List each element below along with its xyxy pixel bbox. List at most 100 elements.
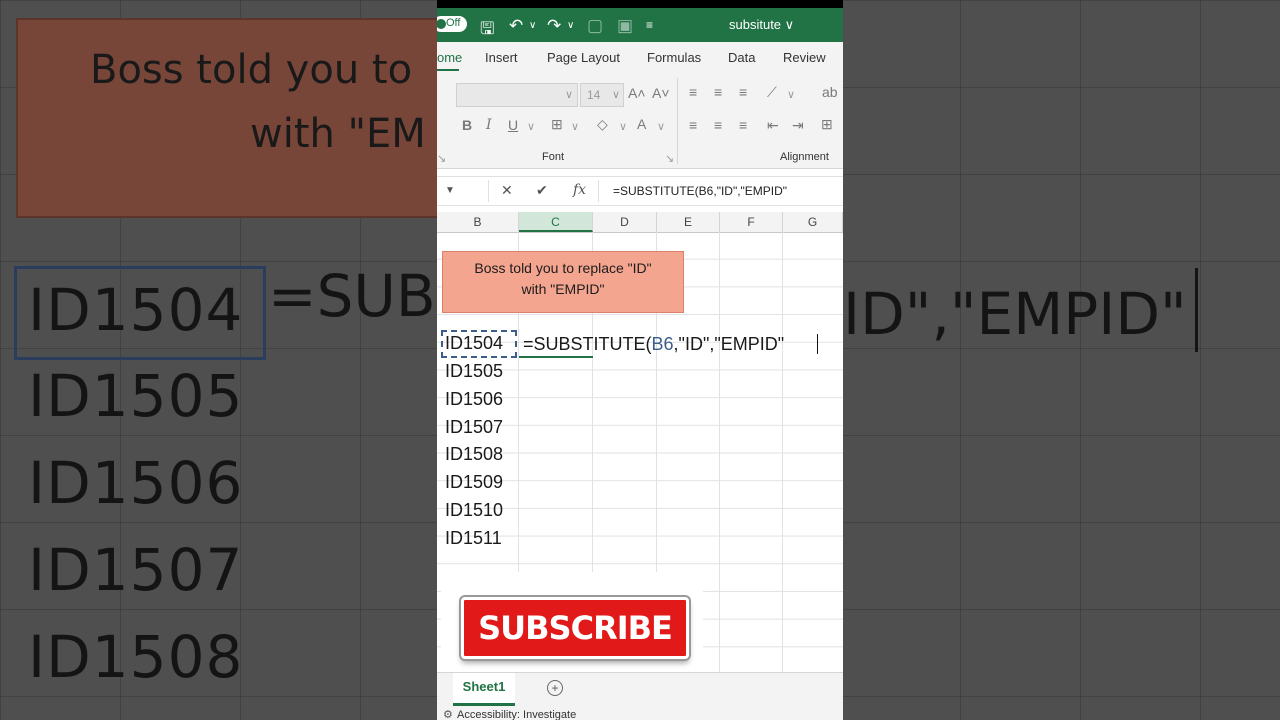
italic-icon[interactable]: I bbox=[486, 117, 492, 133]
orientation-dropdown-icon[interactable]: ∨ bbox=[787, 88, 795, 101]
wrap-text-icon[interactable]: ab bbox=[822, 84, 838, 100]
font-size-value: 14 bbox=[587, 88, 601, 102]
cell-grid[interactable]: Boss told you to replace "ID" with "EMPI… bbox=[437, 232, 843, 672]
cell-b7[interactable]: ID1505 bbox=[445, 361, 503, 382]
decrease-indent-icon[interactable]: ⇤ bbox=[767, 117, 779, 134]
autosave-label: Off bbox=[446, 17, 461, 29]
grid-column-line bbox=[719, 232, 720, 672]
cell-c6-editing[interactable]: =SUBSTITUTE(B6,"ID","EMPID" bbox=[519, 330, 784, 358]
tab-review[interactable]: Review bbox=[783, 50, 826, 65]
name-box-dropdown-icon[interactable]: ▼ bbox=[445, 185, 455, 196]
formula-bar-divider bbox=[598, 180, 599, 202]
customize-toolbar-icon[interactable]: ≡ bbox=[646, 18, 653, 32]
ribbon-tabs: ome Insert Page Layout Formulas Data Rev… bbox=[437, 42, 843, 72]
column-headers: B C D E F G bbox=[437, 212, 843, 233]
align-center-icon[interactable]: ≡ bbox=[714, 117, 722, 133]
cell-b13[interactable]: ID1511 bbox=[445, 528, 502, 549]
add-sheet-icon[interactable]: + bbox=[547, 680, 563, 696]
sheet-tab-bar: Sheet1 + bbox=[437, 672, 843, 707]
cell-b11[interactable]: ID1509 bbox=[445, 472, 503, 493]
borders-dropdown-icon[interactable]: ∨ bbox=[571, 120, 579, 133]
align-top-icon[interactable]: ≡ bbox=[689, 84, 697, 100]
accessibility-status[interactable]: Accessibility: Investigate bbox=[457, 709, 576, 720]
underline-dropdown-icon[interactable]: ∨ bbox=[527, 120, 535, 133]
column-header-c[interactable]: C bbox=[519, 212, 593, 232]
quick-access-icon[interactable]: ▣ bbox=[617, 16, 633, 36]
tab-insert[interactable]: Insert bbox=[485, 50, 518, 65]
decrease-font-icon[interactable]: A˅ bbox=[652, 85, 670, 101]
tab-page-layout[interactable]: Page Layout bbox=[547, 50, 620, 65]
redo-dropdown-icon[interactable]: ∨ bbox=[567, 20, 574, 31]
autosave-toggle[interactable]: Off bbox=[437, 16, 467, 32]
undo-dropdown-icon[interactable]: ∨ bbox=[529, 20, 536, 31]
column-header-f[interactable]: F bbox=[720, 212, 783, 232]
fill-dropdown-icon[interactable]: ∨ bbox=[619, 120, 627, 133]
cell-b12[interactable]: ID1510 bbox=[445, 500, 503, 521]
tab-formulas[interactable]: Formulas bbox=[647, 50, 701, 65]
formula-input[interactable]: =SUBSTITUTE(B6,"ID","EMPID" bbox=[613, 184, 787, 198]
align-right-icon[interactable]: ≡ bbox=[739, 117, 747, 133]
touch-mode-icon[interactable]: ▢ bbox=[587, 16, 603, 36]
font-color-icon[interactable]: A bbox=[637, 116, 646, 132]
redo-icon[interactable]: ↷ bbox=[547, 16, 561, 36]
clipboard-dialog-launcher-icon[interactable]: ↘ bbox=[437, 152, 446, 165]
top-black-bar bbox=[437, 0, 843, 8]
sheet-tab-sheet1[interactable]: Sheet1 bbox=[453, 673, 515, 706]
column-header-b[interactable]: B bbox=[437, 212, 519, 232]
status-bar: ⚙ Accessibility: Investigate bbox=[437, 706, 843, 720]
cell-b9[interactable]: ID1507 bbox=[445, 417, 503, 438]
font-dialog-launcher-icon[interactable]: ↘ bbox=[665, 152, 674, 165]
cell-b8[interactable]: ID1506 bbox=[445, 389, 503, 410]
font-name-box[interactable] bbox=[456, 83, 578, 107]
insert-function-icon[interactable]: fx bbox=[573, 182, 586, 198]
right-dim bbox=[843, 0, 1280, 720]
instruction-note[interactable]: Boss told you to replace "ID" with "EMPI… bbox=[442, 251, 684, 313]
accessibility-icon: ⚙ bbox=[443, 709, 453, 720]
ribbon-separator bbox=[677, 78, 678, 164]
tab-home[interactable]: ome bbox=[437, 50, 462, 65]
formula-bar: ▼ ✕ ✔ fx =SUBSTITUTE(B6,"ID","EMPID" bbox=[437, 176, 843, 206]
tab-data[interactable]: Data bbox=[728, 50, 755, 65]
autosave-knob bbox=[437, 19, 446, 29]
increase-font-icon[interactable]: A˄ bbox=[628, 85, 646, 101]
orientation-icon[interactable]: ⟋ bbox=[767, 84, 777, 101]
subscribe-overlay: SUBSCRIBE bbox=[441, 572, 703, 672]
text-caret bbox=[817, 334, 818, 354]
borders-icon[interactable]: ⊞ bbox=[551, 116, 563, 133]
document-title[interactable]: subsitute ∨ bbox=[729, 17, 794, 33]
cell-b6[interactable]: ID1504 bbox=[445, 333, 503, 354]
formula-bar-divider bbox=[488, 180, 489, 202]
align-left-icon[interactable]: ≡ bbox=[689, 117, 697, 133]
align-middle-icon[interactable]: ≡ bbox=[714, 84, 722, 100]
font-color-dropdown-icon[interactable]: ∨ bbox=[657, 120, 665, 133]
save-icon[interactable]: 🖫 bbox=[480, 16, 494, 45]
underline-icon[interactable]: U bbox=[508, 117, 518, 133]
group-label-font: Font bbox=[542, 151, 565, 163]
title-bar: Off 🖫 ↶ ∨ ↷ ∨ ▢ ▣ ≡ subsitute ∨ bbox=[437, 8, 843, 42]
edit-suffix: ,"ID","EMPID" bbox=[673, 334, 785, 354]
cell-b10[interactable]: ID1508 bbox=[445, 444, 503, 465]
align-bottom-icon[interactable]: ≡ bbox=[739, 84, 747, 100]
undo-icon[interactable]: ↶ bbox=[509, 16, 523, 36]
subscribe-button[interactable]: SUBSCRIBE bbox=[461, 597, 689, 659]
tab-home-underline bbox=[437, 69, 459, 71]
column-header-g[interactable]: G bbox=[783, 212, 843, 232]
merge-center-icon[interactable]: ⊞ bbox=[821, 116, 833, 133]
note-line1: Boss told you to replace "ID" bbox=[474, 260, 652, 276]
left-dim bbox=[0, 0, 437, 720]
column-header-d[interactable]: D bbox=[593, 212, 657, 232]
enter-icon[interactable]: ✔ bbox=[536, 182, 548, 199]
column-header-e[interactable]: E bbox=[657, 212, 720, 232]
increase-indent-icon[interactable]: ⇥ bbox=[792, 117, 804, 134]
fill-color-icon[interactable]: ◇ bbox=[597, 116, 608, 133]
active-cell-border bbox=[519, 356, 593, 358]
grid-column-line bbox=[782, 232, 783, 672]
title-chevron-icon: ∨ bbox=[784, 17, 795, 32]
font-name-dropdown-icon[interactable]: ∨ bbox=[565, 88, 573, 101]
excel-window: Off 🖫 ↶ ∨ ↷ ∨ ▢ ▣ ≡ subsitute ∨ ome Inse… bbox=[437, 0, 843, 720]
group-label-alignment: Alignment bbox=[780, 151, 829, 163]
font-size-dropdown-icon[interactable]: ∨ bbox=[612, 88, 620, 101]
cancel-icon[interactable]: ✕ bbox=[501, 182, 513, 199]
bold-icon[interactable]: B bbox=[462, 117, 472, 133]
note-line2: with "EMPID" bbox=[521, 281, 605, 297]
